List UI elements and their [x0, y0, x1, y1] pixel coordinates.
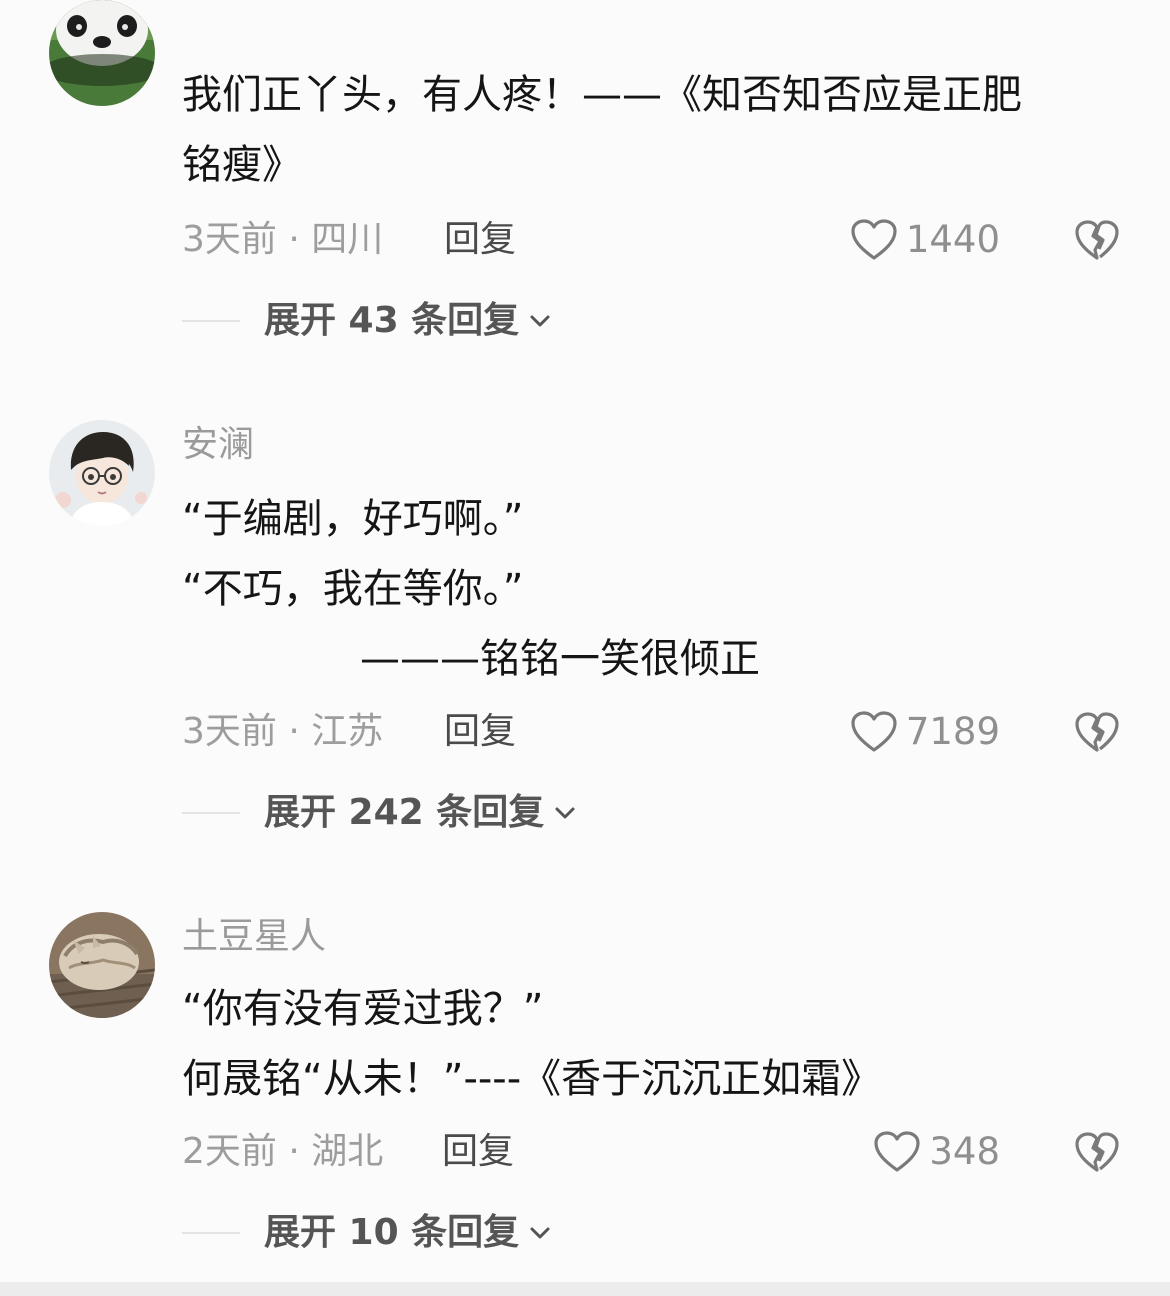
comment-line: “你有没有爱过我？” — [182, 986, 544, 1032]
divider-line — [182, 1232, 240, 1234]
comment-content: “你有没有爱过我？” 何晟铭“从未！”----《香于沉沉正如霜》 — [182, 974, 1122, 1114]
comment-line: “不巧，我在等你。” — [182, 566, 524, 612]
broken-heart-icon — [1075, 1132, 1119, 1172]
like-count: 348 — [929, 1130, 1000, 1173]
reply-button[interactable]: 回复 — [444, 215, 516, 265]
sleeping-cat-avatar-image — [49, 912, 155, 1018]
avatar-panda[interactable] — [49, 0, 155, 106]
expand-replies-button[interactable]: 展开 242 条回复 — [264, 788, 578, 838]
avatar-anime-boy[interactable] — [49, 420, 155, 526]
time-location: 2天前 · 湖北 — [182, 1131, 384, 1172]
panda-avatar-image — [49, 0, 155, 106]
expand-replies-label: 展开 10 条回复 — [264, 1212, 520, 1253]
chevron-down-icon — [530, 1227, 550, 1239]
like-count: 1440 — [905, 218, 1000, 261]
like-button[interactable]: 7189 — [850, 707, 1000, 757]
reply-button[interactable]: 回复 — [444, 707, 516, 757]
dislike-button[interactable] — [1072, 707, 1122, 757]
section-divider — [0, 1282, 1170, 1296]
broken-heart-icon — [1075, 220, 1119, 260]
chevron-down-icon — [530, 315, 550, 327]
time-location: 3天前 · 江苏 — [182, 711, 384, 752]
comment-content: “于编剧，好巧啊。” “不巧，我在等你。” ———铭铭一笑很倾正 — [182, 484, 1122, 694]
heart-outline-icon — [851, 711, 897, 752]
comment-meta: 3天前 · 四川 回复 1440 — [182, 215, 1122, 265]
comment-content: 我们正丫头，有人疼！——《知否知否应是正肥 铭瘦》 — [182, 60, 1122, 200]
reply-button[interactable]: 回复 — [442, 1127, 514, 1177]
username[interactable]: 土豆星人 — [182, 915, 326, 959]
like-button[interactable]: 1440 — [850, 215, 1000, 265]
dislike-button[interactable] — [1072, 215, 1122, 265]
expand-replies-label: 展开 242 条回复 — [264, 792, 545, 833]
dislike-button[interactable] — [1072, 1127, 1122, 1177]
expand-replies-label: 展开 43 条回复 — [264, 300, 520, 341]
like-button[interactable]: 348 — [873, 1127, 1000, 1177]
heart-outline-icon — [874, 1131, 920, 1172]
comment-list: 我们正丫头，有人疼！——《知否知否应是正肥 铭瘦》 3天前 · 四川 回复 14… — [0, 0, 1170, 1296]
broken-heart-icon — [1075, 712, 1119, 752]
divider-line — [182, 320, 240, 322]
comment-line: 我们正丫头，有人疼！——《知否知否应是正肥 — [182, 72, 1022, 118]
expand-replies-button[interactable]: 展开 43 条回复 — [264, 296, 553, 346]
username[interactable]: 安澜 — [182, 423, 254, 467]
comment-line: “于编剧，好巧啊。” — [182, 496, 524, 542]
comment-line: ———铭铭一笑很倾正 — [182, 636, 761, 682]
comment-meta: 2天前 · 湖北 回复 348 — [182, 1127, 1122, 1177]
chevron-down-icon — [555, 807, 575, 819]
expand-replies-row: 展开 242 条回复 — [182, 788, 578, 838]
avatar-cat[interactable] — [49, 912, 155, 1018]
comment-line: 铭瘦》 — [182, 142, 302, 188]
anime-boy-avatar-image — [49, 420, 155, 526]
expand-replies-button[interactable]: 展开 10 条回复 — [264, 1208, 553, 1258]
expand-replies-row: 展开 10 条回复 — [182, 1208, 553, 1258]
comment-line: 何晟铭“从未！”----《香于沉沉正如霜》 — [182, 1056, 882, 1102]
time-location: 3天前 · 四川 — [182, 219, 384, 260]
divider-line — [182, 812, 240, 814]
like-count: 7189 — [905, 710, 1000, 753]
comment-meta: 3天前 · 江苏 回复 7189 — [182, 707, 1122, 757]
expand-replies-row: 展开 43 条回复 — [182, 296, 553, 346]
heart-outline-icon — [851, 219, 897, 260]
